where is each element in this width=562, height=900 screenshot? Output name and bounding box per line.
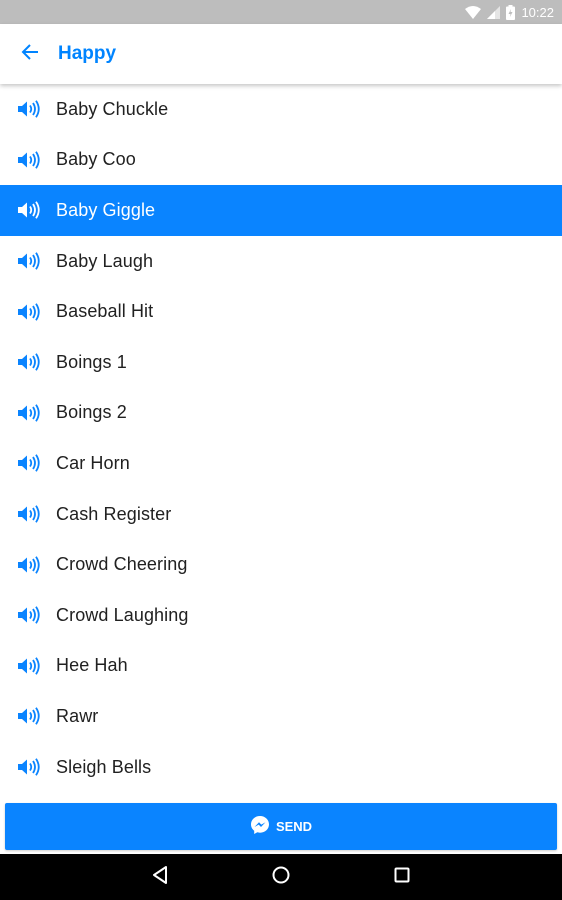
sound-label: Rawr: [56, 705, 99, 726]
sound-label: Baby Chuckle: [56, 98, 169, 119]
page-title: Happy: [58, 43, 117, 64]
sound-list-item[interactable]: Baby Laugh: [0, 236, 562, 287]
sound-list: Baby Chuckle Baby Coo Baby Giggle Baby Laug…: [0, 84, 562, 798]
speaker-icon: [0, 404, 56, 422]
sound-label: Car Horn: [56, 452, 130, 473]
sound-list-item[interactable]: Cash Register: [0, 489, 562, 540]
speaker-icon: [0, 555, 56, 574]
sound-list-item[interactable]: Sleigh Bells: [0, 742, 562, 793]
arrow-back-icon: [21, 43, 39, 66]
speaker-icon: [0, 505, 56, 523]
speaker-icon: [0, 302, 56, 321]
sound-label: Baby Coo: [56, 149, 136, 170]
sound-list-item[interactable]: Baby Chuckle: [0, 84, 562, 135]
sound-label: Crowd Laughing: [56, 604, 189, 625]
sound-list-item[interactable]: Car Horn: [0, 438, 562, 489]
messenger-icon: [250, 815, 270, 838]
nav-home-icon: [272, 866, 290, 889]
speaker-icon: [0, 151, 56, 169]
app-bar: Happy: [0, 24, 562, 84]
sound-label: Boings 2: [56, 402, 127, 423]
sound-list-item[interactable]: Hee Hah: [0, 641, 562, 692]
nav-recents-icon: [394, 867, 410, 888]
nav-recents-button[interactable]: [382, 857, 422, 897]
speaker-icon: [0, 100, 56, 118]
sound-label: Crowd Cheering: [56, 554, 188, 575]
nav-home-button[interactable]: [261, 857, 301, 897]
sound-label: Baseball Hit: [56, 301, 154, 322]
sound-list-item[interactable]: Baby Giggle: [0, 185, 562, 236]
nav-back-button[interactable]: [140, 857, 180, 897]
sound-list-item[interactable]: Boings 2: [0, 388, 562, 439]
speaker-icon: [0, 454, 56, 473]
speaker-icon: [0, 758, 56, 776]
speaker-icon: [0, 606, 56, 624]
wifi-icon: [465, 5, 482, 19]
speaker-icon: [0, 707, 56, 726]
sound-label: Baby Laugh: [56, 250, 154, 271]
sound-list-item[interactable]: Boings 1: [0, 337, 562, 388]
sound-label: Sleigh Bells: [56, 756, 152, 777]
system-nav-bar: [0, 854, 562, 900]
status-bar: 10:22: [0, 0, 562, 24]
sound-list-item[interactable]: Crowd Laughing: [0, 590, 562, 641]
back-button[interactable]: [2, 24, 58, 84]
cell-signal-icon: [487, 5, 501, 19]
battery-charging-icon: [506, 4, 516, 20]
sound-label: Boings 1: [56, 351, 127, 372]
nav-back-icon: [152, 865, 168, 889]
sound-label: Cash Register: [56, 503, 172, 524]
sound-label: Hee Hah: [56, 655, 128, 676]
send-label: SEND: [275, 819, 313, 834]
sound-list-item[interactable]: Baby Coo: [0, 135, 562, 186]
speaker-icon: [0, 201, 56, 220]
speaker-icon: [0, 657, 56, 675]
speaker-icon: [0, 353, 56, 371]
sound-label: Baby Giggle: [56, 199, 156, 220]
sound-list-item[interactable]: Baseball Hit: [0, 286, 562, 337]
speaker-icon: [0, 252, 56, 270]
sound-list-item[interactable]: Rawr: [0, 691, 562, 742]
sound-list-item[interactable]: Crowd Cheering: [0, 539, 562, 590]
send-button[interactable]: SEND: [5, 803, 557, 850]
status-time: 10:22: [521, 4, 554, 20]
